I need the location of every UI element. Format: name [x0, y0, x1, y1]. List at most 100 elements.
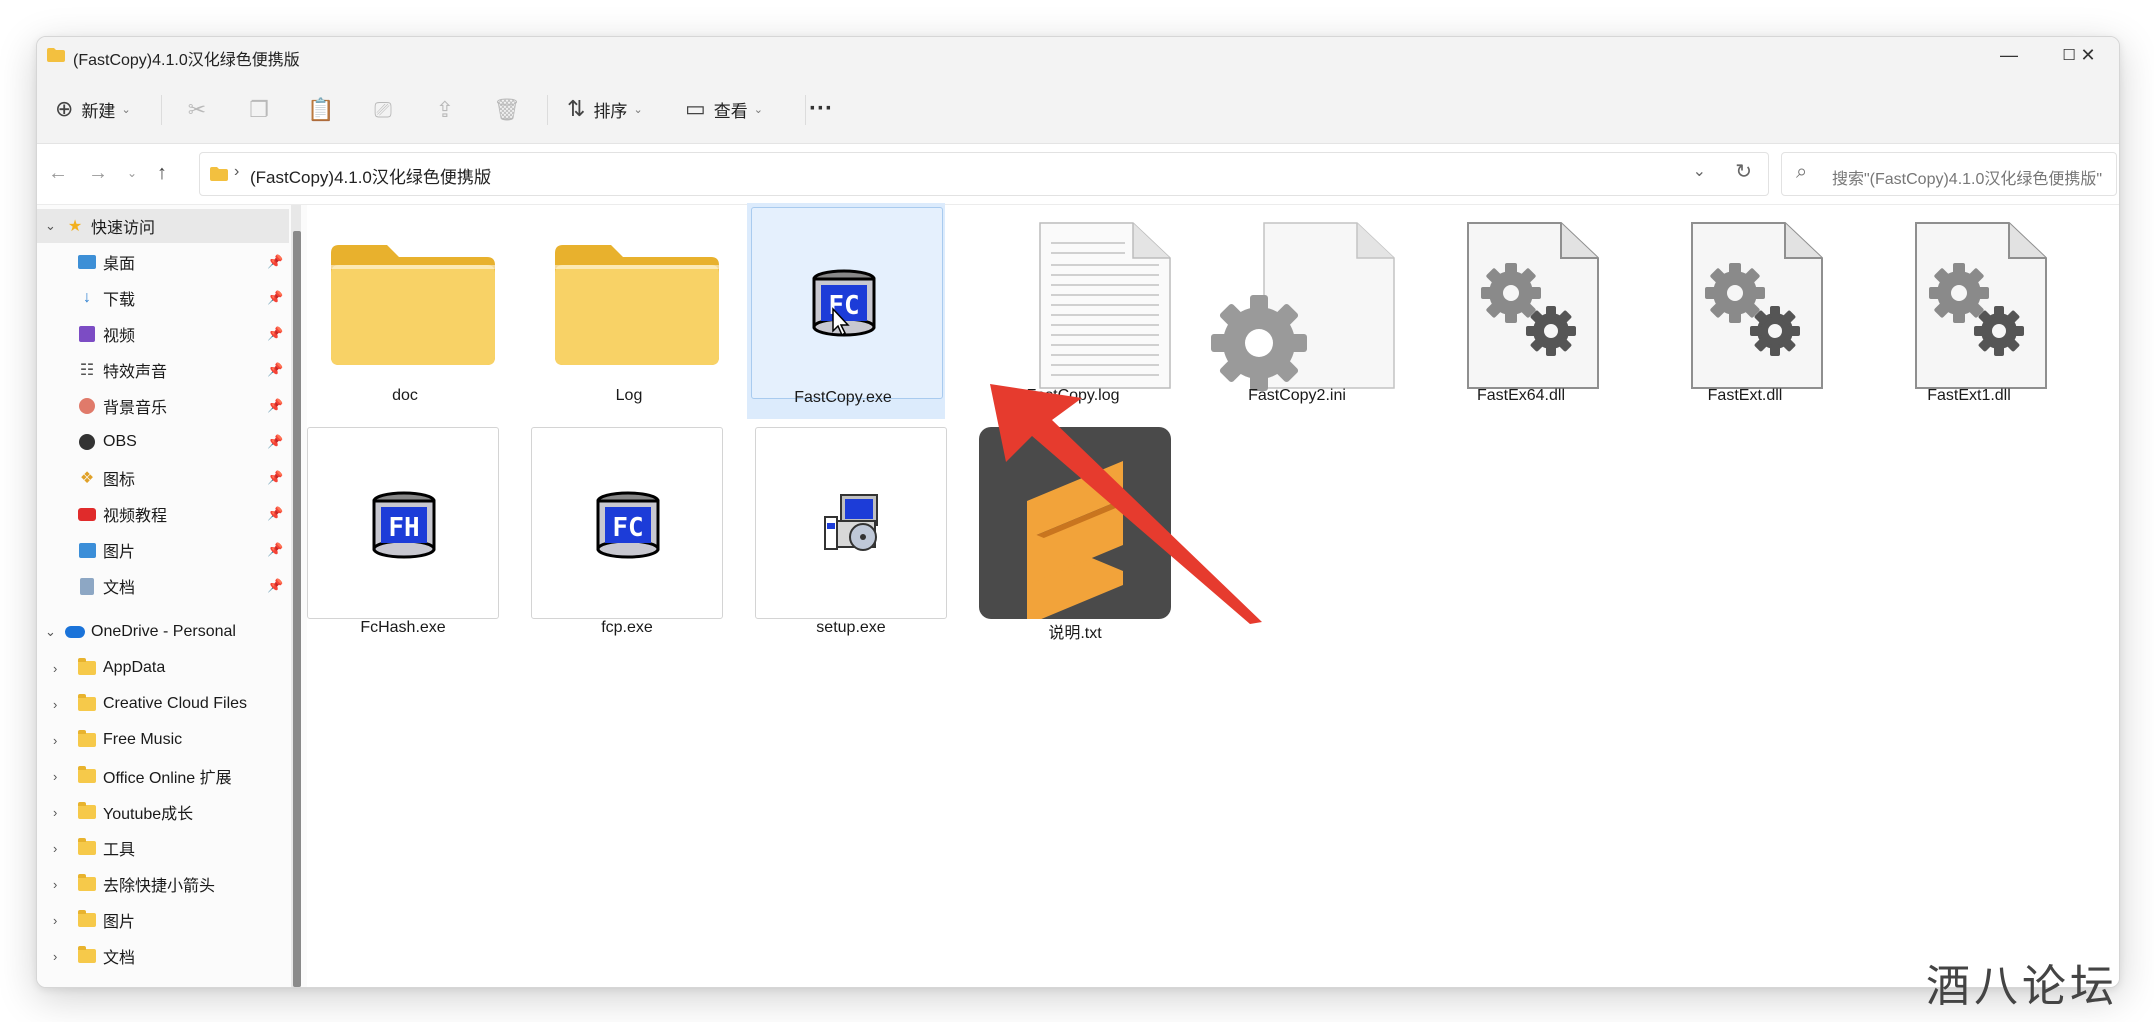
file-item-fastcopy2-ini[interactable]: FastCopy2.ini — [1201, 205, 1395, 415]
sidebar-label: 图片 — [103, 914, 136, 931]
chevron-right-icon[interactable]: › — [53, 841, 57, 856]
pin-icon[interactable]: 📌 — [267, 290, 283, 306]
dll-file-icon — [1467, 222, 1599, 389]
search-box[interactable]: ⌕ 搜索"(FastCopy)4.1.0汉化绿色便携版" — [1781, 152, 2117, 196]
file-item-fastext1-dll[interactable]: FastExt1.dll — [1873, 205, 2065, 415]
file-item-fastcopy-log[interactable]: FastCopy.log — [977, 205, 1171, 415]
sidebar-item-folder[interactable]: › AppData — [37, 651, 289, 685]
watermark-text: 酒八论坛 — [1926, 961, 2118, 1012]
minimize-button[interactable]: — — [1979, 37, 2039, 73]
pin-icon[interactable]: 📌 — [267, 254, 283, 270]
file-item-log-folder[interactable]: Log — [533, 205, 725, 415]
cut-icon[interactable]: ✂ — [183, 97, 211, 123]
view-button[interactable]: ▭ 查看 ⌄ — [685, 89, 763, 129]
pin-icon[interactable]: 📌 — [267, 470, 283, 486]
sidebar-item-folder[interactable]: › Free Music — [37, 723, 289, 757]
file-name: FcHash.exe — [360, 619, 446, 636]
close-button[interactable]: ✕ — [2057, 37, 2119, 73]
sidebar-item-icons[interactable]: ❖ 图标 📌 — [37, 461, 289, 495]
delete-icon[interactable]: 🗑 — [493, 97, 521, 123]
pin-icon[interactable]: 📌 — [267, 362, 283, 378]
copy-icon[interactable]: ❐ — [245, 97, 273, 123]
sidebar-item-quick-access[interactable]: ⌄ ★ 快速访问 — [37, 209, 289, 243]
paste-icon[interactable]: 📋 — [307, 97, 335, 123]
sort-label: 排序 — [593, 101, 628, 121]
sidebar-item-folder[interactable]: › Office Online 扩展 — [37, 759, 289, 793]
sidebar-label: AppData — [103, 659, 166, 676]
sidebar-item-downloads[interactable]: ↓ 下载 📌 — [37, 281, 289, 315]
sidebar-label: 桌面 — [103, 256, 136, 273]
back-arrow-icon[interactable]: ← — [43, 158, 73, 188]
file-item-doc[interactable]: doc — [309, 205, 501, 415]
more-options-button[interactable]: ··· — [809, 89, 833, 129]
file-item-fchash-exe[interactable]: FH FcHash.exe — [307, 427, 505, 637]
folder-icon — [555, 245, 719, 365]
share-icon[interactable]: ⇪ — [431, 97, 459, 123]
sidebar-item-bgm[interactable]: 背景音乐 📌 — [37, 389, 289, 423]
chevron-right-icon[interactable]: › — [53, 949, 57, 964]
sidebar-scrollbar-thumb[interactable] — [293, 231, 301, 987]
explorer-window: (FastCopy)4.1.0汉化绿色便携版 — ☐ ✕ ⊕ 新建 ⌄ ✂ ❐ … — [36, 36, 2120, 988]
refresh-icon[interactable]: ↻ — [1735, 159, 1752, 184]
command-bar: ⊕ 新建 ⌄ ✂ ❐ 📋 ⎚ ⇪ 🗑 ⇅ 排序 ⌄ ▭ 查看 ⌄ ··· — [37, 75, 2119, 144]
address-bar[interactable]: › (FastCopy)4.1.0汉化绿色便携版 › ⌄ ↻ — [199, 152, 1769, 196]
sidebar-item-videos[interactable]: 视频 📌 — [37, 317, 289, 351]
sidebar-item-folder[interactable]: › Youtube成长 — [37, 795, 289, 829]
file-name: FastExt.dll — [1707, 387, 1783, 404]
pin-icon[interactable]: 📌 — [267, 398, 283, 414]
sidebar-label: 快速访问 — [91, 220, 156, 237]
sidebar-label: Office Online 扩展 — [103, 770, 232, 787]
new-button[interactable]: ⊕ 新建 ⌄ — [55, 89, 131, 129]
file-name: 说明.txt — [1048, 625, 1102, 642]
sidebar-item-folder[interactable]: › 图片 — [37, 903, 289, 937]
app-icon-text: FH — [388, 513, 419, 543]
navigation-pane: ⌄ ★ 快速访问 桌面 📌 ↓ 下载 📌 视频 📌 ☷ 特效声音 📌 背景音乐 — [37, 205, 305, 987]
desktop-icon — [78, 255, 96, 269]
new-label: 新建 — [81, 101, 116, 121]
forward-arrow-icon[interactable]: → — [83, 158, 113, 188]
sidebar-item-folder[interactable]: › 工具 — [37, 831, 289, 865]
pin-icon[interactable]: 📌 — [267, 434, 283, 450]
file-item-fastex64-dll[interactable]: FastEx64.dll — [1425, 205, 1617, 415]
sidebar-item-pictures[interactable]: 图片 📌 — [37, 533, 289, 567]
sidebar-item-folder[interactable]: › 文档 — [37, 939, 289, 973]
chevron-down-icon[interactable]: ⌄ — [45, 624, 56, 640]
chevron-right-icon[interactable]: › — [53, 805, 57, 820]
pin-icon[interactable]: 📌 — [267, 578, 283, 594]
sidebar-item-onedrive[interactable]: ⌄ OneDrive - Personal — [37, 615, 289, 649]
sidebar-item-obs[interactable]: OBS 📌 — [37, 425, 289, 459]
chevron-right-icon[interactable]: › — [53, 697, 57, 712]
file-item-fastcopy-exe[interactable]: FC FastCopy.exe — [747, 203, 945, 419]
sidebar-item-documents[interactable]: 文档 📌 — [37, 569, 289, 603]
file-item-readme-txt[interactable]: 说明.txt — [979, 427, 1177, 642]
chevron-right-icon[interactable]: › — [53, 913, 57, 928]
sidebar-item-video-tutorials[interactable]: 视频教程 📌 — [37, 497, 289, 531]
chevron-right-icon[interactable]: › — [53, 877, 57, 892]
file-item-fcp-exe[interactable]: FC fcp.exe — [531, 427, 729, 637]
up-arrow-icon[interactable]: ↑ — [147, 158, 177, 188]
sidebar-item-sound-effects[interactable]: ☷ 特效声音 📌 — [37, 353, 289, 387]
rename-icon[interactable]: ⎚ — [369, 97, 397, 123]
sort-button[interactable]: ⇅ 排序 ⌄ — [567, 89, 643, 129]
chevron-down-icon[interactable]: ⌄ — [45, 218, 56, 234]
pin-icon[interactable]: 📌 — [267, 506, 283, 522]
recent-chevron-icon[interactable]: ⌄ — [117, 158, 147, 188]
search-placeholder[interactable]: 搜索"(FastCopy)4.1.0汉化绿色便携版" — [1832, 165, 2102, 189]
sidebar-item-desktop[interactable]: 桌面 📌 — [37, 245, 289, 279]
sidebar-label: 工具 — [103, 842, 136, 859]
sidebar-item-folder[interactable]: › Creative Cloud Files — [37, 687, 289, 721]
file-item-setup-exe[interactable]: setup.exe — [755, 427, 953, 637]
chevron-right-icon: › — [234, 163, 240, 180]
pin-icon[interactable]: 📌 — [267, 326, 283, 342]
chevron-right-icon[interactable]: › — [53, 661, 57, 676]
sidebar-item-folder[interactable]: › 去除快捷小箭头 — [37, 867, 289, 901]
sidebar-label: Creative Cloud Files — [103, 695, 248, 712]
address-path[interactable]: (FastCopy)4.1.0汉化绿色便携版 — [250, 163, 491, 188]
chevron-right-icon[interactable]: › — [53, 769, 57, 784]
chevron-right-icon[interactable]: › — [486, 163, 491, 181]
dll-file-icon — [1915, 222, 2047, 389]
file-item-fastext-dll[interactable]: FastExt.dll — [1649, 205, 1841, 415]
chevron-down-icon[interactable]: ⌄ — [1693, 161, 1706, 181]
chevron-right-icon[interactable]: › — [53, 733, 57, 748]
pin-icon[interactable]: 📌 — [267, 542, 283, 558]
